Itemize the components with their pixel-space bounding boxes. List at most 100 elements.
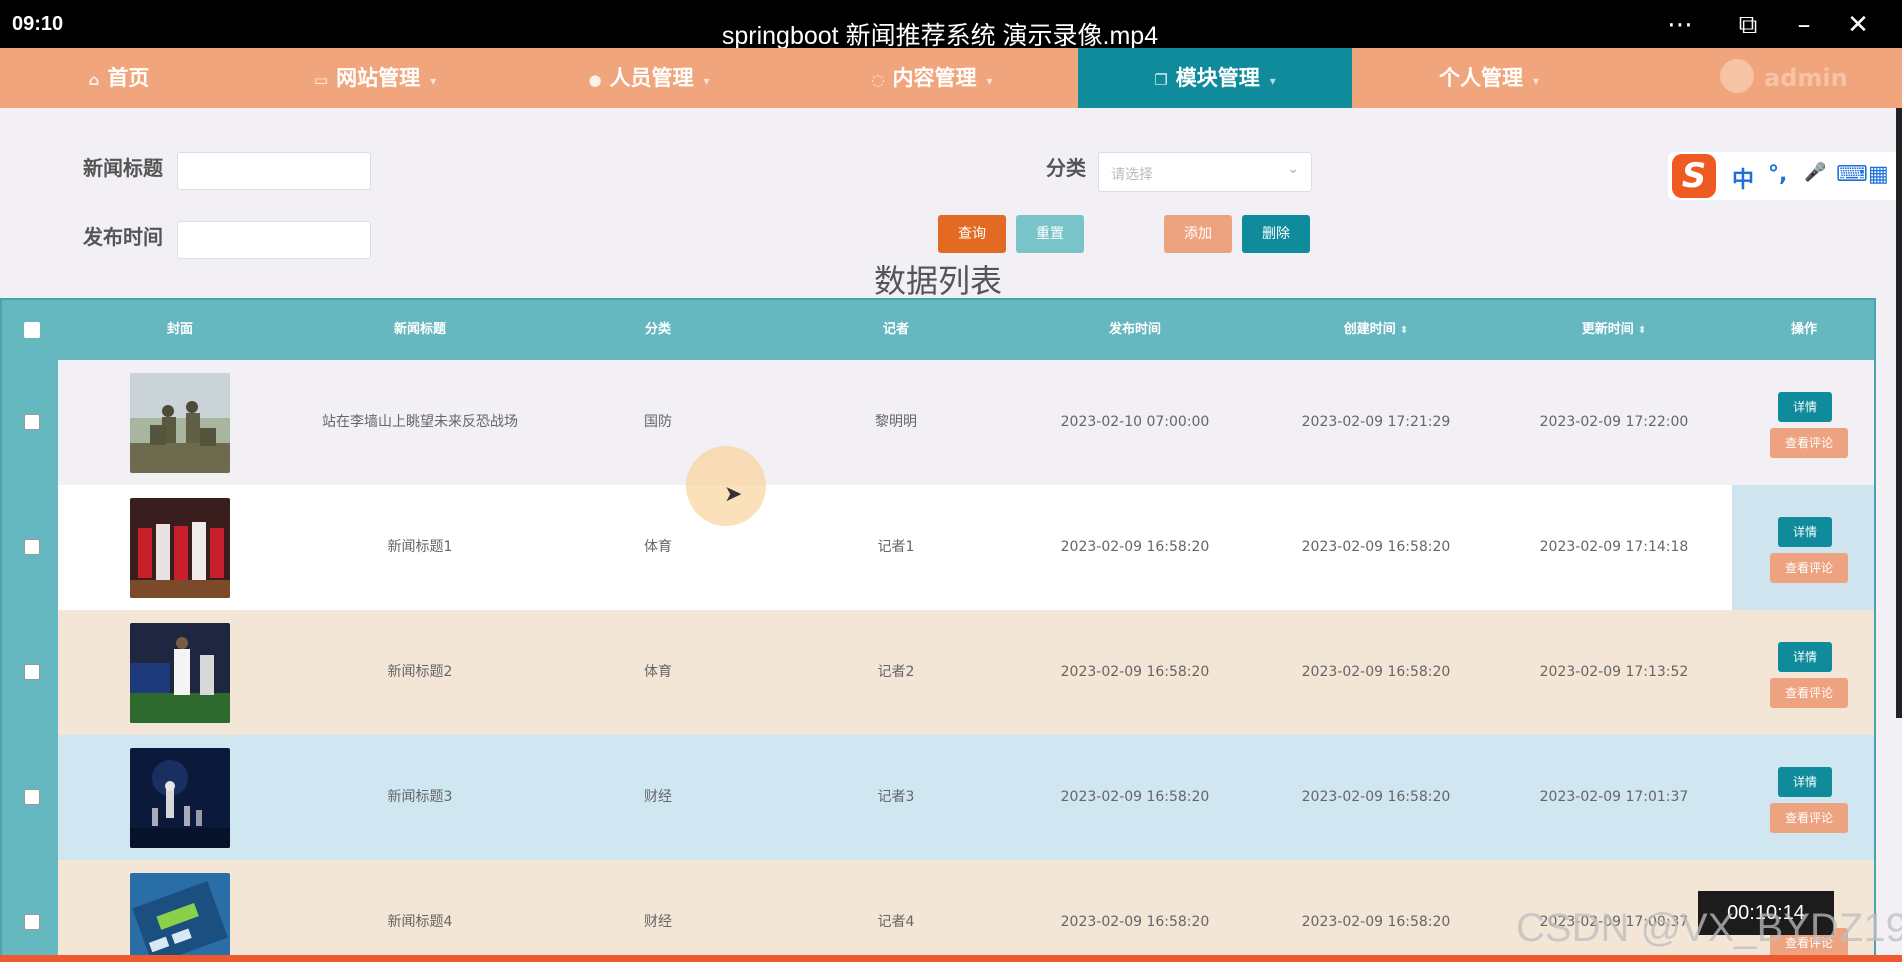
apps-icon[interactable]: ▦ [1868, 162, 1889, 187]
cell-title: 新闻标题2 [387, 664, 453, 680]
top-nav: ⌂ 首页 ▭ 网站管理 ▾ ● 人员管理 ▾ ◌ 内容管理 ▾ ❐ 模块管理 ▾ 个人管理 ▾ ad… [0, 48, 1902, 108]
title-search-input[interactable] [177, 152, 371, 190]
col-created-label: 创建时间 [1343, 322, 1396, 337]
video-title: springboot 新闻推荐系统 演示录像.mp4 [721, 22, 1159, 50]
cell-updated: 2023-02-09 17:13:52 [1539, 664, 1689, 680]
list-title: 数据列表 [873, 262, 1002, 300]
row-checkbox[interactable] [24, 539, 40, 555]
table-row: 新闻标题1 体育 记者1 2023-02-09 16:58:20 2023-02… [2, 485, 1874, 610]
query-button[interactable]: 查询 [938, 215, 1006, 253]
sogou-logo: S [1672, 154, 1716, 198]
cell-updated: 2023-02-09 17:22:00 [1539, 414, 1689, 430]
sort-icon[interactable]: ⬍ [1638, 325, 1646, 336]
mouse-pointer-icon: ➤ [724, 482, 743, 507]
date-search-input[interactable] [177, 221, 371, 259]
actions-cell: 详情 查看评论 [1732, 360, 1874, 485]
category-select[interactable]: 请选择 ⌄ [1098, 152, 1312, 192]
pip-icon[interactable]: ⧉ [1730, 10, 1766, 40]
row-checkbox[interactable] [24, 789, 40, 805]
monitor-icon: ▭ [313, 71, 329, 89]
video-progress-bar[interactable] [0, 955, 1902, 962]
keyboard-icon[interactable]: ⌨ [1836, 162, 1868, 187]
add-button[interactable]: 添加 [1164, 215, 1232, 253]
cell-published: 2023-02-10 07:00:00 [1060, 414, 1210, 430]
cell-published: 2023-02-09 16:58:20 [1060, 664, 1210, 680]
nav-item-site[interactable]: ▭ 网站管理 ▾ [238, 48, 512, 108]
minimize-icon[interactable]: – [1786, 10, 1822, 40]
row-checkbox[interactable] [24, 414, 40, 430]
title-label: 新闻标题 [83, 156, 163, 180]
cover-image[interactable] [130, 498, 230, 598]
cell-reporter: 黎明明 [875, 414, 917, 430]
date-label: 发布时间 [83, 225, 163, 249]
username: admin [1764, 64, 1848, 92]
chevron-down-icon: ▾ [430, 74, 437, 88]
view-comments-button[interactable]: 查看评论 [1770, 553, 1848, 583]
cell-published: 2023-02-09 16:58:20 [1060, 914, 1210, 930]
cover-image[interactable] [130, 623, 230, 723]
view-comments-button[interactable]: 查看评论 [1770, 678, 1848, 708]
select-all-checkbox[interactable] [24, 322, 40, 338]
cell-published: 2023-02-09 16:58:20 [1060, 539, 1210, 555]
col-actions: 操作 [1790, 322, 1818, 337]
user-menu[interactable]: admin [1720, 48, 1848, 108]
cell-published: 2023-02-09 16:58:20 [1060, 789, 1210, 805]
row-select-cell [2, 360, 58, 485]
row-select-cell [2, 485, 58, 610]
nav-item-personal[interactable]: 个人管理 ▾ [1352, 48, 1626, 108]
row-checkbox[interactable] [24, 664, 40, 680]
page-scrollbar[interactable] [1896, 108, 1902, 718]
col-published: 发布时间 [1108, 322, 1162, 337]
chat-icon: ◌ [871, 71, 885, 89]
actions-cell: 详情 查看评论 [1732, 485, 1874, 610]
data-table: 封面 新闻标题 分类 记者 发布时间 创建时间 ⬍ 更新时间 ⬍ 操作 站在李墙山上… [0, 298, 1876, 962]
actions-cell: 详情 查看评论 [1732, 735, 1874, 860]
cell-title: 新闻标题1 [387, 539, 453, 555]
detail-button[interactable]: 详情 [1778, 392, 1832, 422]
cell-title: 新闻标题4 [387, 914, 453, 930]
col-category: 分类 [644, 322, 672, 337]
table-row: 新闻标题2 体育 记者2 2023-02-09 16:58:20 2023-02… [2, 610, 1874, 735]
ime-chinese-toggle[interactable]: 中 [1732, 162, 1754, 194]
cover-image[interactable] [130, 748, 230, 848]
cell-created: 2023-02-09 16:58:20 [1301, 914, 1451, 930]
nav-item-modules[interactable]: ❐ 模块管理 ▾ [1078, 48, 1352, 108]
col-created[interactable]: 创建时间 ⬍ [1344, 300, 1408, 360]
cover-image[interactable] [130, 873, 230, 962]
detail-button[interactable]: 详情 [1778, 517, 1832, 547]
microphone-icon[interactable]: 🎤 [1804, 162, 1826, 183]
cell-title: 新闻标题3 [387, 789, 453, 805]
col-updated[interactable]: 更新时间 ⬍ [1582, 300, 1646, 360]
nav-item-content[interactable]: ◌ 内容管理 ▾ [786, 48, 1078, 108]
detail-button[interactable]: 详情 [1778, 642, 1832, 672]
cell-reporter: 记者2 [877, 664, 915, 680]
col-cover: 封面 [166, 322, 194, 337]
sort-icon[interactable]: ⬍ [1400, 325, 1408, 336]
cell-reporter: 记者3 [877, 789, 915, 805]
ime-toolbar: S 中 °, 🎤 ⌨ ▦ [1668, 152, 1902, 200]
avatar [1720, 59, 1754, 93]
view-comments-button[interactable]: 查看评论 [1770, 803, 1848, 833]
watermark: CSDN @VX_BYDZ1988 [1516, 906, 1902, 950]
nav-item-home[interactable]: ⌂ 首页 [0, 48, 238, 108]
more-icon[interactable]: ⋯ [1662, 10, 1698, 40]
ime-punct-toggle[interactable]: °, [1768, 162, 1787, 187]
delete-button[interactable]: 删除 [1242, 215, 1310, 253]
row-checkbox[interactable] [24, 914, 40, 930]
nav-label: 首页 [107, 66, 150, 90]
detail-button[interactable]: 详情 [1778, 767, 1832, 797]
nav-item-people[interactable]: ● 人员管理 ▾ [512, 48, 786, 108]
nav-label: 模块管理 [1175, 66, 1260, 90]
view-comments-button[interactable]: 查看评论 [1770, 428, 1848, 458]
cell-category: 体育 [644, 539, 672, 555]
cover-image[interactable] [130, 373, 230, 473]
chevron-down-icon: ▾ [986, 74, 993, 88]
close-icon[interactable]: ✕ [1840, 10, 1876, 40]
chevron-down-icon: ▾ [703, 74, 710, 88]
chevron-down-icon: ▾ [1532, 74, 1540, 88]
reset-button[interactable]: 重置 [1016, 215, 1084, 253]
cell-updated: 2023-02-09 17:01:37 [1539, 789, 1689, 805]
cell-reporter: 记者1 [877, 539, 915, 555]
copy-icon: ❐ [1154, 71, 1168, 89]
row-select-cell [2, 735, 58, 860]
